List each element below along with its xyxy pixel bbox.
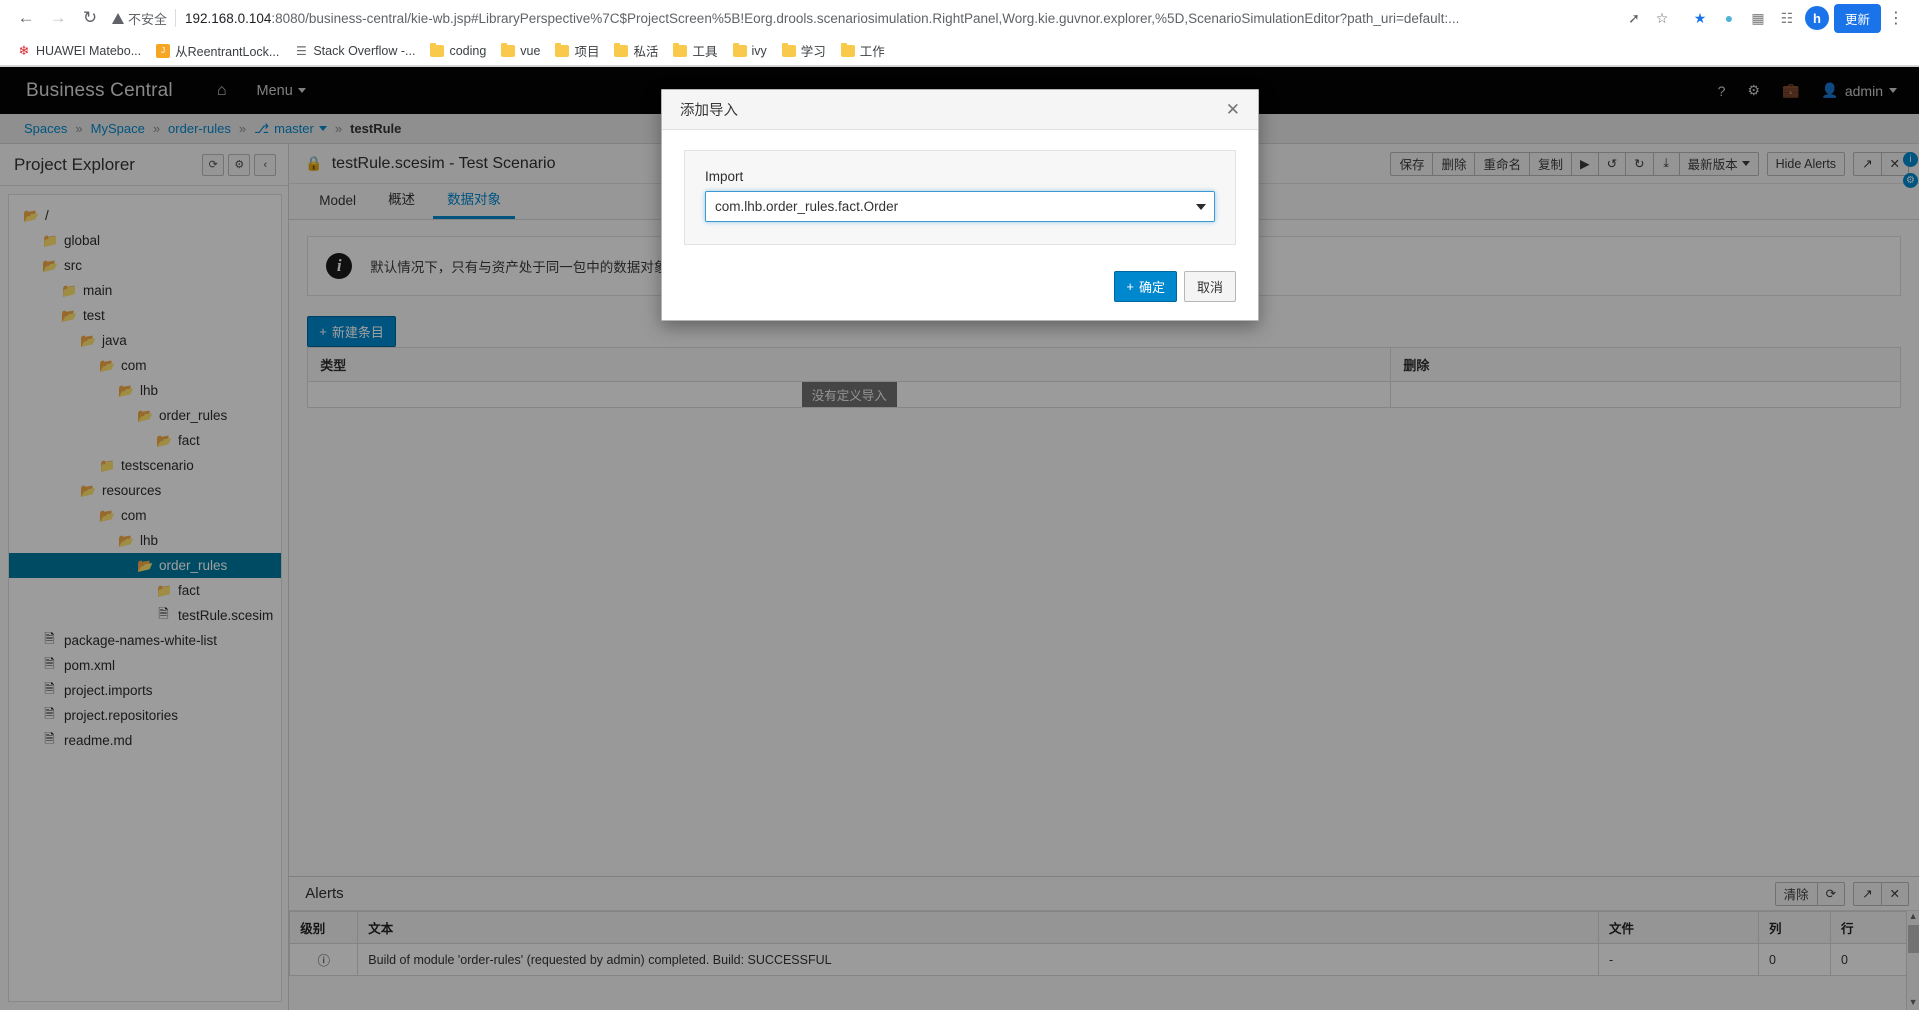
import-form-panel: Import com.lhb.order_rules.fact.Order <box>684 150 1236 245</box>
dialog-title: 添加导入 <box>680 99 738 120</box>
bookmark-item[interactable]: ❄ HUAWEI Matebo... <box>10 41 148 61</box>
extension-puzzle-icon[interactable]: ▦ <box>1745 5 1771 31</box>
application-window: Business Central ⌂ Menu ? ⚙ 💼 👤 admin Sp… <box>0 67 1919 1010</box>
bookmark-label: ivy <box>752 44 767 58</box>
url-host: 192.168.0.104 <box>185 11 271 26</box>
address-bar[interactable]: 不安全 192.168.0.104:8080/business-central/… <box>112 4 1675 32</box>
dialog-footer: + 确定 取消 <box>662 271 1258 320</box>
stackoverflow-icon: ☰ <box>294 44 308 58</box>
url-path: :8080/business-central/kie-wb.jsp#Librar… <box>271 11 1459 26</box>
modal-overlay: 添加导入 ✕ Import com.lhb.order_rules.fact.O… <box>0 67 1919 1010</box>
close-icon[interactable]: ✕ <box>1222 99 1244 120</box>
bookmark-label: 项目 <box>574 41 599 60</box>
bookmark-item[interactable]: 学习 <box>775 38 833 63</box>
folder-icon <box>555 44 569 58</box>
bookmark-label: HUAWEI Matebo... <box>36 44 141 58</box>
extension-star-icon[interactable]: ★ <box>1687 5 1713 31</box>
bookmark-item[interactable]: ivy <box>726 41 774 61</box>
bookmark-item[interactable]: ☰ Stack Overflow -... <box>287 41 422 61</box>
kebab-menu-icon[interactable]: ⋮ <box>1883 5 1909 31</box>
back-arrow-icon[interactable]: ← <box>10 2 42 34</box>
folder-icon <box>841 44 855 58</box>
orange-note-icon: J <box>156 44 170 58</box>
extension-icons: ★ ● ▦ ☷ <box>1683 5 1800 31</box>
omnibox-icons: ➚ ☆ <box>1621 5 1675 31</box>
bookmark-label: vue <box>520 44 540 58</box>
import-select[interactable]: com.lhb.order_rules.fact.Order <box>705 191 1215 222</box>
extension-grid-icon[interactable]: ☷ <box>1774 5 1800 31</box>
bookmark-item[interactable]: 工具 <box>666 38 724 63</box>
forward-arrow-icon[interactable]: → <box>42 2 74 34</box>
reload-icon[interactable]: ↻ <box>74 2 106 34</box>
bookmark-label: Stack Overflow -... <box>313 44 415 58</box>
bookmark-label: 学习 <box>801 41 826 60</box>
dialog-header: 添加导入 ✕ <box>662 90 1258 130</box>
import-field-label: Import <box>705 169 1215 184</box>
bookmark-item[interactable]: vue <box>494 41 547 61</box>
plus-icon: + <box>1126 279 1134 294</box>
add-import-dialog: 添加导入 ✕ Import com.lhb.order_rules.fact.O… <box>661 89 1259 321</box>
bookmark-item[interactable]: 项目 <box>548 38 606 63</box>
url-text: 192.168.0.104:8080/business-central/kie-… <box>185 11 1621 26</box>
confirm-button[interactable]: + 确定 <box>1114 271 1177 302</box>
security-warning[interactable]: 不安全 <box>112 9 175 28</box>
cancel-button[interactable]: 取消 <box>1184 271 1236 302</box>
browser-url-row: ← → ↻ 不安全 192.168.0.104:8080/business-ce… <box>0 0 1919 36</box>
bookmarks-bar: ❄ HUAWEI Matebo... J 从ReentrantLock... ☰… <box>0 36 1919 66</box>
profile-avatar[interactable]: h <box>1805 6 1829 30</box>
bookmark-label: coding <box>449 44 486 58</box>
extension-shield-icon[interactable]: ● <box>1716 5 1742 31</box>
bookmark-item[interactable]: J 从ReentrantLock... <box>149 38 286 63</box>
share-icon[interactable]: ➚ <box>1621 5 1647 31</box>
bookmark-item[interactable]: 工作 <box>834 38 892 63</box>
bookmark-item[interactable]: 私活 <box>607 38 665 63</box>
folder-icon <box>501 44 515 58</box>
import-select-wrapper: com.lhb.order_rules.fact.Order <box>705 191 1215 222</box>
update-button[interactable]: 更新 <box>1834 4 1881 33</box>
bookmark-label: 工作 <box>860 41 885 60</box>
folder-icon <box>430 44 444 58</box>
star-icon[interactable]: ☆ <box>1649 5 1675 31</box>
dialog-body: Import com.lhb.order_rules.fact.Order <box>662 130 1258 271</box>
bookmark-label: 工具 <box>692 41 717 60</box>
folder-icon <box>733 44 747 58</box>
bookmark-label: 从ReentrantLock... <box>175 41 279 60</box>
huawei-icon: ❄ <box>17 44 31 58</box>
folder-icon <box>782 44 796 58</box>
confirm-label: 确定 <box>1139 277 1165 296</box>
bookmark-label: 私活 <box>633 41 658 60</box>
bookmark-item[interactable]: coding <box>423 41 493 61</box>
url-divider <box>175 9 176 27</box>
folder-icon <box>673 44 687 58</box>
browser-chrome: ← → ↻ 不安全 192.168.0.104:8080/business-ce… <box>0 0 1919 67</box>
warning-triangle-icon <box>112 13 124 24</box>
security-label: 不安全 <box>128 9 167 28</box>
folder-icon <box>614 44 628 58</box>
